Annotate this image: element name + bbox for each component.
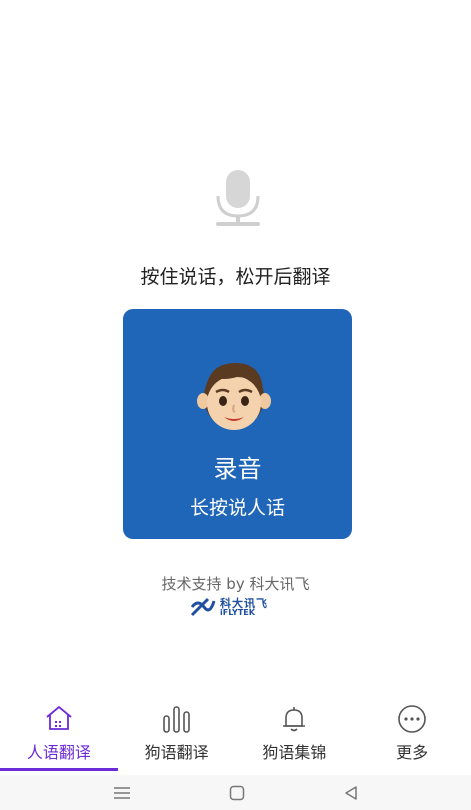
avatar-icon — [197, 363, 271, 430]
home-button-icon[interactable] — [229, 785, 245, 801]
back-icon[interactable] — [343, 785, 359, 801]
more-icon — [398, 705, 426, 733]
menu-icon[interactable] — [113, 785, 131, 801]
tech-support-text: 技术支持 by 科大讯飞 — [161, 575, 310, 593]
tab-dog-collection[interactable]: 狗语集锦 — [236, 698, 354, 773]
tab-label: 狗语集锦 — [262, 743, 327, 762]
active-tab-indicator — [0, 768, 118, 771]
record-button[interactable]: 录音 长按说人话 — [123, 309, 352, 539]
tab-label: 更多 — [396, 743, 429, 762]
iflytek-logo: 科大讯飞 iFLYTEK — [190, 596, 290, 618]
logo-cn-text: 科大讯飞 — [220, 596, 268, 610]
iflytek-logo-icon — [190, 597, 216, 617]
record-subtitle: 长按说人话 — [189, 497, 285, 519]
system-nav-bar — [0, 775, 471, 810]
bars-icon — [162, 706, 190, 733]
record-title: 录音 — [213, 455, 262, 483]
home-icon — [46, 705, 72, 730]
logo-en-text: iFLYTEK — [220, 607, 255, 617]
tab-human-translate[interactable]: 人语翻译 — [0, 698, 118, 773]
tab-label: 人语翻译 — [26, 743, 91, 762]
bottom-tab-bar: 人语翻译 狗语翻译 狗语集锦 更多 — [0, 698, 471, 773]
instruction-text: 按住说话，松开后翻译 — [140, 266, 331, 288]
tab-label: 狗语翻译 — [144, 743, 209, 762]
bell-icon — [283, 707, 306, 732]
microphone-icon — [212, 168, 264, 228]
tab-dog-translate[interactable]: 狗语翻译 — [118, 698, 236, 773]
tab-more[interactable]: 更多 — [353, 698, 471, 773]
